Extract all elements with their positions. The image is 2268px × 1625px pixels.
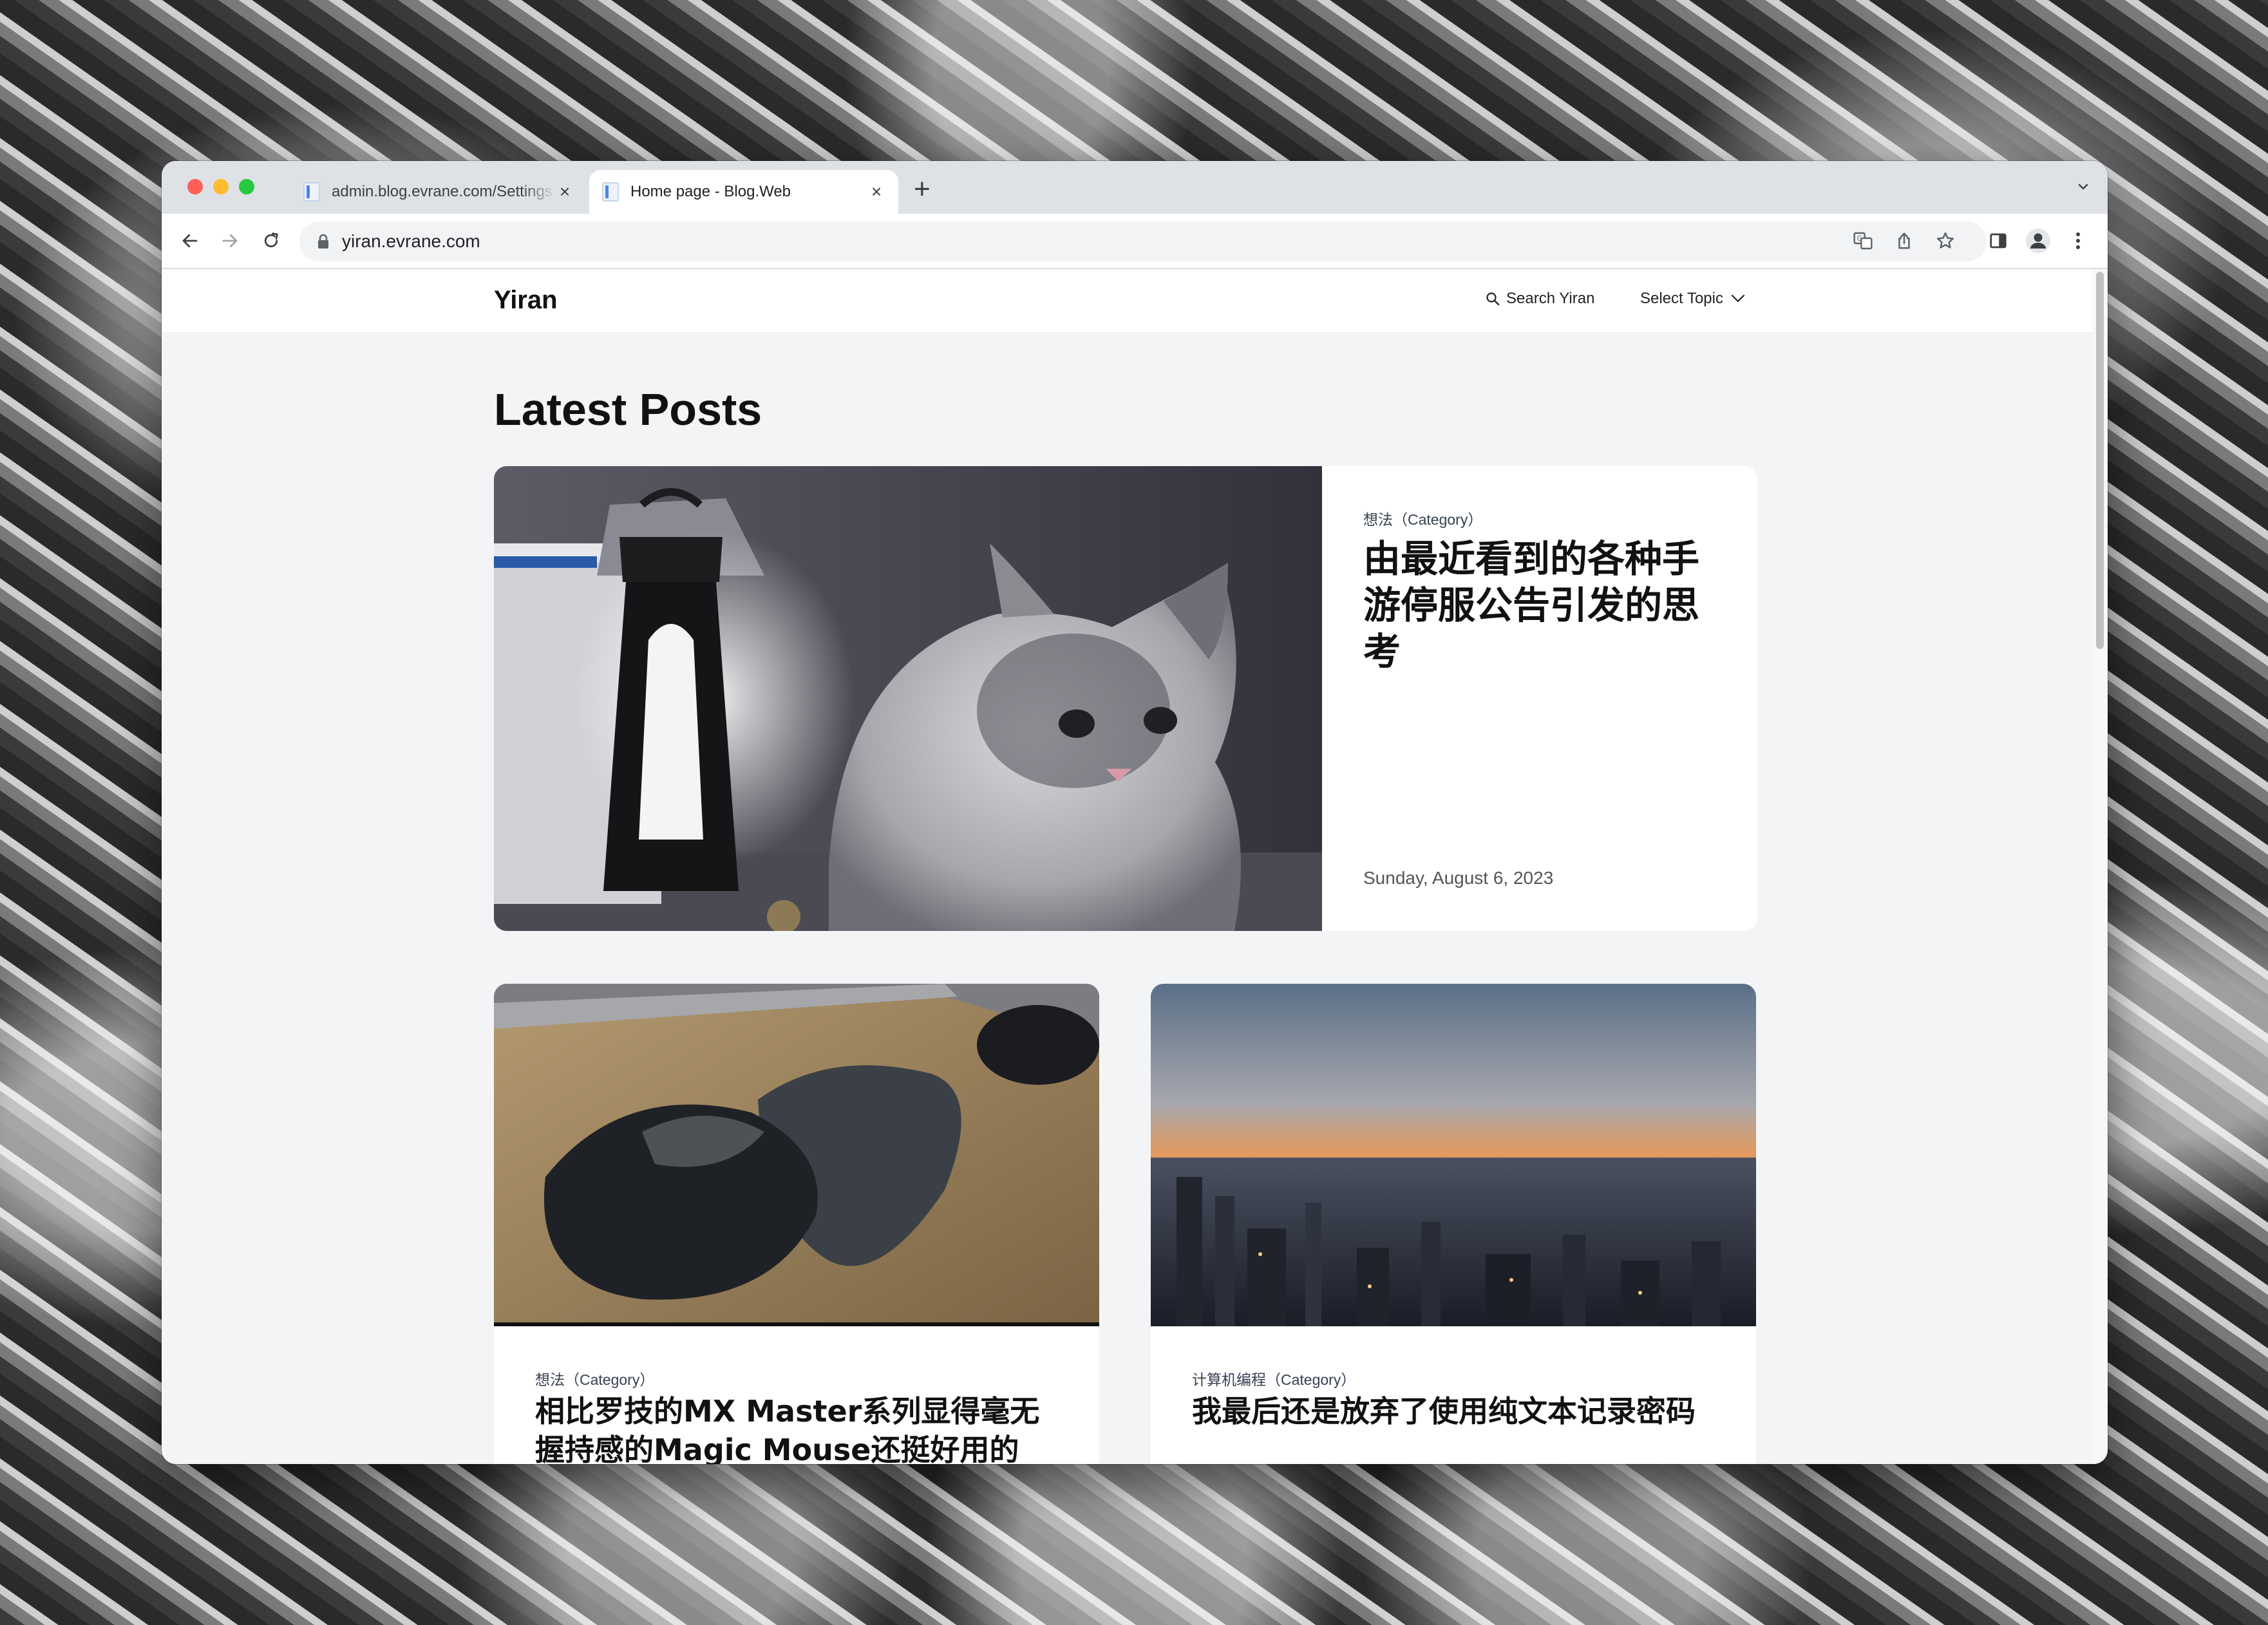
page-title: Latest Posts xyxy=(494,384,762,435)
site-header: Yiran Search Yiran Select Topic xyxy=(162,269,2092,333)
post-card[interactable]: 想法（Category） 相比罗技的MX Master系列显得毫无握持感的Mag… xyxy=(494,984,1099,1464)
site-brand[interactable]: Yiran xyxy=(494,286,558,315)
tab-admin-settings[interactable]: admin.blog.evrane.com/Settings × xyxy=(290,170,587,214)
post-date: Sunday, August 6, 2023 xyxy=(1363,868,1554,888)
chevron-down-icon xyxy=(1731,294,1745,303)
tab-home-page[interactable]: Home page - Blog.Web × xyxy=(589,170,898,214)
post-title[interactable]: 我最后还是放弃了使用纯文本记录密码 xyxy=(1192,1392,1720,1431)
profile-icon[interactable] xyxy=(2024,227,2052,255)
tab-close-button[interactable]: × xyxy=(556,182,574,202)
address-bar[interactable]: yiran.evrane.com xyxy=(299,221,1987,261)
forward-arrow-icon[interactable] xyxy=(216,227,244,255)
post-card[interactable]: 计算机编程（Category） 我最后还是放弃了使用纯文本记录密码 xyxy=(1151,984,1756,1464)
more-vert-icon[interactable] xyxy=(2064,227,2092,255)
post-image-mouse[interactable] xyxy=(494,984,1099,1326)
tab-strip: admin.blog.evrane.com/Settings × Home pa… xyxy=(162,161,2108,214)
url-text[interactable]: yiran.evrane.com xyxy=(342,231,480,252)
post-image-city[interactable] xyxy=(1151,984,1756,1326)
tab-title: admin.blog.evrane.com/Settings xyxy=(332,183,553,200)
tab-close-button[interactable]: × xyxy=(867,182,885,202)
post-category[interactable]: 想法（Category） xyxy=(535,1367,654,1389)
reload-icon[interactable] xyxy=(257,227,285,255)
featured-post-image[interactable] xyxy=(494,466,1322,931)
select-topic-label: Select Topic xyxy=(1640,290,1723,307)
back-arrow-icon[interactable] xyxy=(176,227,204,255)
scrollbar[interactable] xyxy=(2092,269,2108,1464)
maximize-window-button[interactable] xyxy=(239,179,254,194)
minimize-window-button[interactable] xyxy=(213,179,229,194)
svg-text:G: G xyxy=(1857,234,1862,243)
page-favicon-icon xyxy=(602,182,619,202)
page-favicon-icon xyxy=(303,182,320,202)
select-topic-dropdown[interactable]: Select Topic xyxy=(1640,290,1745,308)
search-icon xyxy=(1486,292,1500,306)
tab-search-chevron-icon[interactable] xyxy=(2077,180,2090,193)
tab-title: Home page - Blog.Web xyxy=(630,183,791,200)
scrollbar-thumb[interactable] xyxy=(2096,272,2104,649)
featured-post-card[interactable]: 想法（Category） 由最近看到的各种手游停服公告引发的思考 Sunday,… xyxy=(494,466,1757,931)
post-category[interactable]: 计算机编程（Category） xyxy=(1192,1367,1356,1389)
featured-post-body: 想法（Category） 由最近看到的各种手游停服公告引发的思考 Sunday,… xyxy=(1363,466,1724,931)
search-label: Search Yiran xyxy=(1506,290,1595,307)
lock-icon[interactable] xyxy=(314,232,333,251)
new-tab-button[interactable]: + xyxy=(914,175,931,203)
star-icon[interactable] xyxy=(1931,227,1960,255)
translate-icon[interactable]: G xyxy=(1849,227,1877,255)
post-title[interactable]: 相比罗技的MX Master系列显得毫无握持感的Magic Mouse还挺好用的 xyxy=(535,1392,1063,1464)
featured-post-title[interactable]: 由最近看到的各种手游停服公告引发的思考 xyxy=(1363,536,1724,675)
post-category[interactable]: 想法（Category） xyxy=(1363,507,1482,529)
share-icon[interactable] xyxy=(1890,227,1918,255)
browser-toolbar: yiran.evrane.com G xyxy=(162,214,2108,269)
close-window-button[interactable] xyxy=(187,179,203,194)
search-link[interactable]: Search Yiran xyxy=(1486,290,1594,308)
browser-window: admin.blog.evrane.com/Settings × Home pa… xyxy=(162,161,2108,1464)
side-panel-icon[interactable] xyxy=(1984,227,2012,255)
page-viewport: Yiran Search Yiran Select Topic Latest P… xyxy=(162,269,2108,1464)
